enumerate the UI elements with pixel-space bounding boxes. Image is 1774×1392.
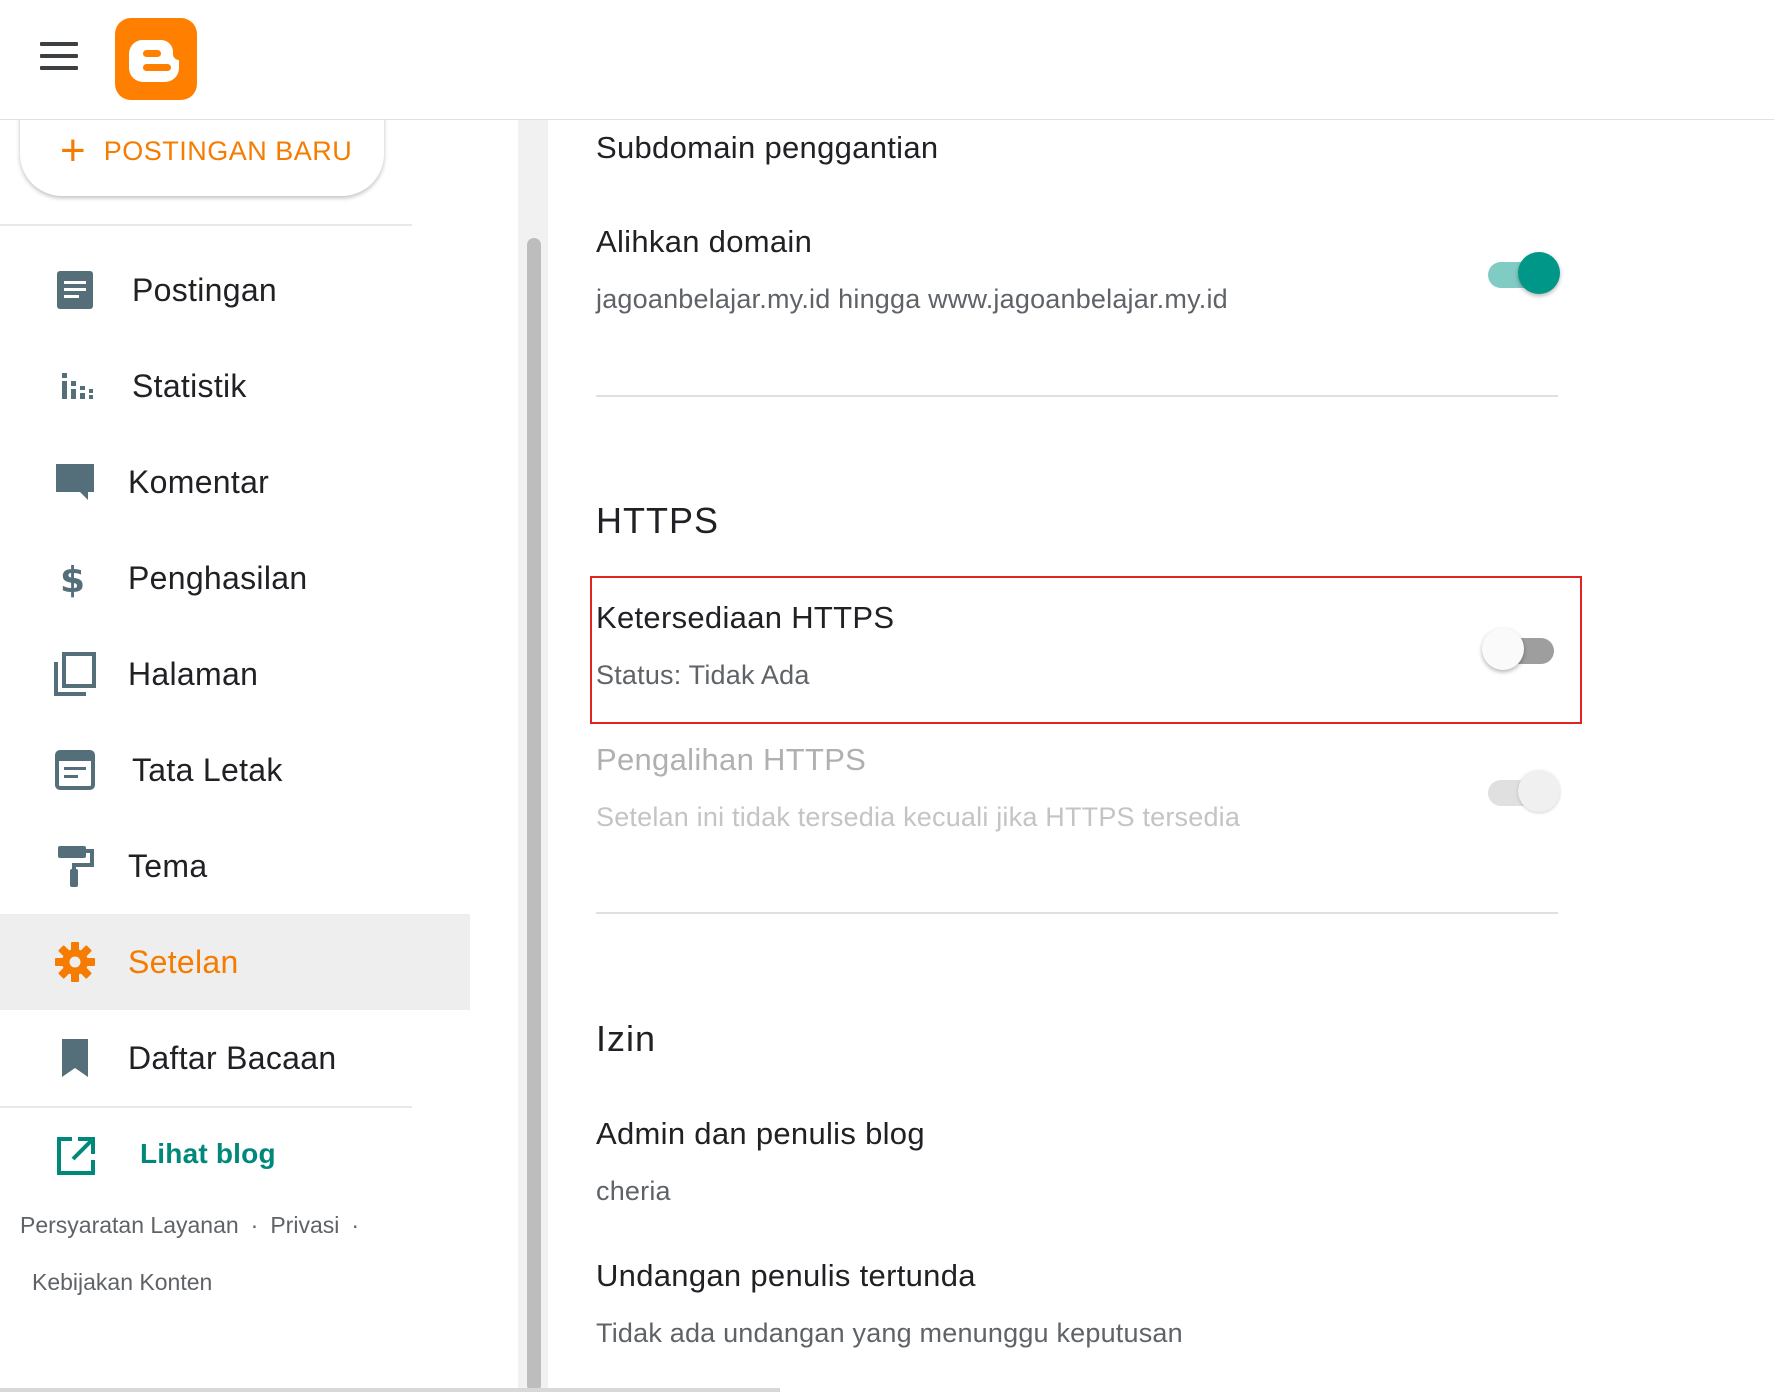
sidebar-item-label: Tata Letak: [132, 751, 283, 788]
section-divider: [596, 395, 1558, 397]
sidebar-item-label: Postingan: [132, 271, 278, 308]
https-redirect-toggle: [1482, 768, 1560, 812]
blog-admins-setting[interactable]: Admin dan penulis blog: [596, 1116, 925, 1152]
pages-icon: [54, 652, 96, 696]
replacement-subdomain-setting[interactable]: Subdomain penggantian: [596, 130, 938, 166]
sidebar-item-komentar[interactable]: Komentar: [0, 434, 470, 530]
sidebar-item-setelan[interactable]: Setelan: [0, 914, 470, 1010]
redirect-domain-title: Alihkan domain: [596, 224, 813, 259]
view-blog-link[interactable]: Lihat blog: [0, 1120, 470, 1192]
sidebar-item-label: Komentar: [128, 463, 270, 500]
layout-icon: [55, 750, 95, 790]
separator-dot: ·: [250, 1212, 259, 1238]
svg-text:$: $: [60, 560, 85, 601]
view-blog-label: Lihat blog: [140, 1138, 276, 1169]
sidebar: + POSTINGAN BARU Postingan Statistik Kom…: [0, 112, 518, 1392]
sidebar-item-statistik[interactable]: Statistik: [0, 338, 470, 434]
settings-content: Subdomain penggantian Alihkan domain jag…: [548, 120, 1774, 1392]
paint-roller-icon: [58, 846, 94, 887]
footer-links: Persyaratan Layanan · Privasi · Kebijakan K…: [20, 1212, 371, 1296]
external-link-icon: [57, 1137, 95, 1175]
blog-admins-value: cheria: [596, 1176, 671, 1206]
sidebar-item-label: Statistik: [132, 367, 247, 404]
new-post-button[interactable]: + POSTINGAN BARU: [20, 112, 384, 196]
section-divider: [596, 912, 1558, 914]
sidebar-item-tema[interactable]: Tema: [0, 818, 470, 914]
sidebar-divider: [0, 224, 412, 226]
plus-icon: +: [60, 126, 86, 175]
permissions-section-heading: Izin: [596, 1018, 657, 1059]
sidebar-item-postingan[interactable]: Postingan: [0, 242, 470, 338]
sidebar-scrollbar-thumb[interactable]: [527, 238, 541, 1392]
pending-invites-setting[interactable]: Undangan penulis tertunda: [596, 1258, 976, 1294]
hamburger-menu-icon[interactable]: [40, 42, 78, 70]
sidebar-item-label: Tema: [128, 847, 208, 884]
redirect-domain-toggle[interactable]: [1482, 250, 1560, 294]
sidebar-item-label: Halaman: [128, 655, 259, 692]
sidebar-item-label: Penghasilan: [128, 559, 308, 596]
app-header: [0, 0, 1774, 120]
toggle-knob: [1518, 770, 1560, 812]
sidebar-item-penghasilan[interactable]: $ Penghasilan: [0, 530, 470, 626]
redirect-domain-subtitle: jagoanbelajar.my.id hingga www.jagoanbel…: [596, 284, 1228, 314]
https-availability-highlight: [590, 576, 1582, 724]
sidebar-item-tata-letak[interactable]: Tata Letak: [0, 722, 470, 818]
privacy-link[interactable]: Privasi: [270, 1212, 339, 1238]
https-section-heading: HTTPS: [596, 500, 720, 541]
bottom-edge-shadow: [0, 1388, 780, 1392]
bookmark-icon: [62, 1039, 88, 1077]
content-policy-link[interactable]: Kebijakan Konten: [32, 1269, 212, 1295]
comment-icon: [56, 464, 94, 500]
pending-invites-value: Tidak ada undangan yang menunggu keputus…: [596, 1318, 1183, 1348]
sidebar-divider: [0, 1106, 412, 1108]
terms-link[interactable]: Persyaratan Layanan: [20, 1212, 239, 1238]
gear-icon: [55, 942, 95, 982]
dollar-icon: $: [60, 560, 85, 601]
https-redirect-subtitle: Setelan ini tidak tersedia kecuali jika …: [596, 802, 1241, 832]
posts-icon: [57, 271, 93, 309]
sidebar-item-daftar-bacaan[interactable]: Daftar Bacaan: [0, 1010, 470, 1106]
sidebar-item-label: Daftar Bacaan: [128, 1039, 337, 1076]
https-redirect-title: Pengalihan HTTPS: [596, 742, 867, 777]
sidebar-item-label: Setelan: [128, 943, 239, 980]
separator-dot: ·: [351, 1212, 360, 1238]
stats-icon: [62, 373, 93, 399]
blogger-logo-icon[interactable]: [115, 18, 197, 100]
toggle-knob: [1518, 252, 1560, 294]
new-post-label: POSTINGAN BARU: [103, 135, 353, 166]
sidebar-item-halaman[interactable]: Halaman: [0, 626, 470, 722]
